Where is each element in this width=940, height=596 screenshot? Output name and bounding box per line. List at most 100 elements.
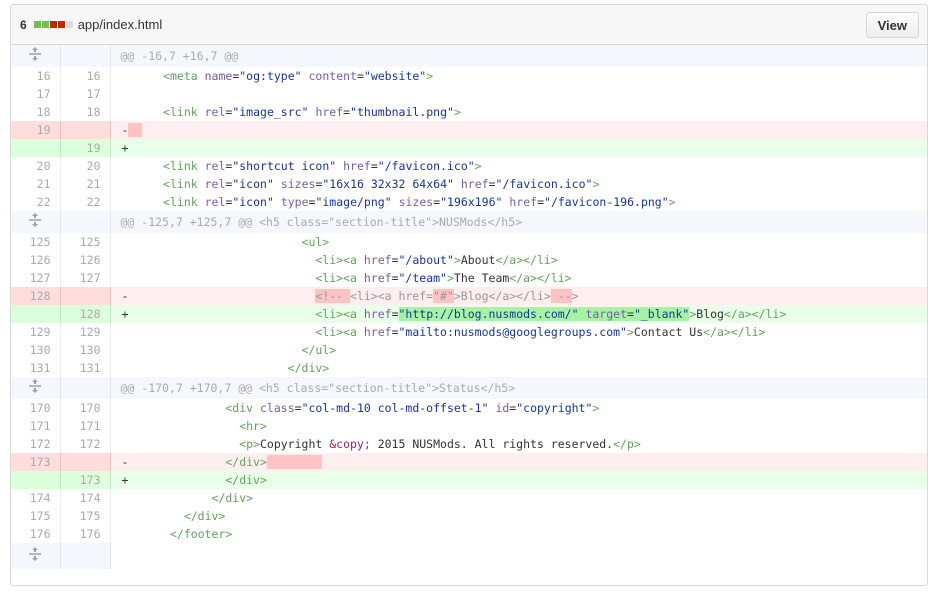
new-line-number[interactable]: 128 <box>60 305 111 323</box>
old-line-number[interactable]: 17 <box>11 85 61 103</box>
new-line-number[interactable]: 172 <box>60 435 111 453</box>
code-line: - <!-- <li><a href="#">Blog</a></li> --> <box>110 287 927 305</box>
new-line-number[interactable] <box>60 121 111 139</box>
old-line-number[interactable] <box>11 305 61 323</box>
old-line-number[interactable]: 127 <box>11 269 61 287</box>
code-line: </ul> <box>301 343 337 357</box>
diff-line: 21 21 <link rel="icon" sizes="16x16 32x32… <box>11 175 927 193</box>
hunk-header: @@ -125,7 +125,7 @@ <h5 class="section-t… <box>11 211 927 233</box>
code-line: <meta name="og:type" content="website"> <box>163 69 434 83</box>
new-line-number[interactable]: 173 <box>60 471 111 489</box>
new-line-number[interactable] <box>60 453 111 471</box>
new-line-number[interactable]: 174 <box>60 489 111 507</box>
expand-icon[interactable] <box>11 377 61 399</box>
expand-icon[interactable] <box>11 45 61 67</box>
new-line-number[interactable]: 18 <box>60 103 111 121</box>
hunk-header: @@ -170,7 +170,7 @@ <h5 class="section-t… <box>11 377 927 399</box>
diff-line: 127 127 <li><a href="/team">The Team</a><… <box>11 269 927 287</box>
expand-icon[interactable] <box>11 543 61 569</box>
deleted-line: 173 - </div> <box>11 453 927 471</box>
new-line-number[interactable]: 129 <box>60 323 111 341</box>
hunk-text: @@ -170,7 +170,7 @@ <h5 class="section-t… <box>110 377 927 399</box>
added-line: 19 + <box>11 139 927 157</box>
file-header: 6 app/index.html View <box>11 5 927 45</box>
code-line: <link rel="icon" type="image/png" sizes=… <box>163 195 676 209</box>
diff-line: 174 174 </div> <box>11 489 927 507</box>
code-line: <div class="col-md-10 col-md-offset-1" i… <box>225 401 600 415</box>
old-line-number[interactable]: 125 <box>11 233 61 251</box>
old-line-number[interactable]: 16 <box>11 67 61 85</box>
code-line: <p>Copyright &copy; 2015 NUSMods. All ri… <box>239 437 641 451</box>
old-line-number[interactable]: 129 <box>11 323 61 341</box>
old-line-number[interactable]: 20 <box>11 157 61 175</box>
code-line: + <li><a href="http://blog.nusmods.com/"… <box>110 305 927 323</box>
new-line-number[interactable]: 20 <box>60 157 111 175</box>
new-line-number[interactable]: 126 <box>60 251 111 269</box>
code-line: <ul> <box>301 235 330 249</box>
new-line-number[interactable]: 130 <box>60 341 111 359</box>
old-line-number[interactable]: 21 <box>11 175 61 193</box>
code-line: - </div> <box>110 453 927 471</box>
expand-icon[interactable] <box>11 211 61 233</box>
diff-line: 130 130 </ul> <box>11 341 927 359</box>
old-line-number[interactable]: 176 <box>11 525 61 543</box>
diff-line: 172 172 <p>Copyright &copy; 2015 NUSMods.… <box>11 435 927 453</box>
old-line-number[interactable] <box>11 471 61 489</box>
diff-line: 131 131 </div> <box>11 359 927 377</box>
new-line-number[interactable]: 170 <box>60 399 111 417</box>
old-line-number[interactable] <box>11 139 61 157</box>
new-line-number[interactable]: 176 <box>60 525 111 543</box>
hunk-text: @@ -125,7 +125,7 @@ <h5 class="section-t… <box>110 211 927 233</box>
diff-line: 129 129 <li><a href="mailto:nusmods@googl… <box>11 323 927 341</box>
file-name: app/index.html <box>77 17 163 32</box>
old-line-number[interactable]: 128 <box>11 287 61 305</box>
new-line-number[interactable]: 17 <box>60 85 111 103</box>
old-line-number[interactable]: 19 <box>11 121 61 139</box>
diff-line: 176 176 </footer> <box>11 525 927 543</box>
code-line: - <box>110 121 927 139</box>
old-line-number[interactable]: 170 <box>11 399 61 417</box>
diff-line: 16 16 <meta name="og:type" content="websi… <box>11 67 927 85</box>
old-line-number[interactable]: 131 <box>11 359 61 377</box>
code-line: <link rel="shortcut icon" href="/favicon… <box>163 159 482 173</box>
diff-line: 20 20 <link rel="shortcut icon" href="/fa… <box>11 157 927 175</box>
new-line-number[interactable]: 127 <box>60 269 111 287</box>
stat-block-added <box>33 21 41 28</box>
code-line: <li><a href="mailto:nusmods@googlegroups… <box>315 325 766 339</box>
old-line-number[interactable]: 126 <box>11 251 61 269</box>
code-line: <link rel="icon" sizes="16x16 32x32 64x6… <box>163 177 600 191</box>
diff-line: 17 17 <box>11 85 927 103</box>
new-line-number[interactable]: 131 <box>60 359 111 377</box>
expand-footer <box>11 543 927 569</box>
new-line-number[interactable]: 125 <box>60 233 111 251</box>
new-line-number[interactable]: 19 <box>60 139 111 157</box>
stat-block-deleted <box>57 21 65 28</box>
new-line-number[interactable]: 171 <box>60 417 111 435</box>
old-line-number[interactable]: 175 <box>11 507 61 525</box>
diff-stat-bar <box>33 21 74 28</box>
old-line-number[interactable]: 18 <box>11 103 61 121</box>
code-line: + </div> <box>110 471 927 489</box>
old-line-number[interactable]: 130 <box>11 341 61 359</box>
old-line-number[interactable]: 172 <box>11 435 61 453</box>
added-line: 128 + <li><a href="http://blog.nusmods.co… <box>11 305 927 323</box>
code-line: </div> <box>183 509 226 523</box>
new-line-number[interactable] <box>60 287 111 305</box>
stat-block-deleted <box>49 21 57 28</box>
deleted-line: 19 - <box>11 121 927 139</box>
new-line-number[interactable]: 22 <box>60 193 111 211</box>
diff-stat-count: 6 <box>20 17 27 32</box>
old-line-number[interactable]: 171 <box>11 417 61 435</box>
old-line-number[interactable]: 174 <box>11 489 61 507</box>
deleted-line: 128 - <!-- <li><a href="#">Blog</a></li> … <box>11 287 927 305</box>
new-line-number[interactable]: 16 <box>60 67 111 85</box>
old-line-number[interactable]: 22 <box>11 193 61 211</box>
new-line-number[interactable]: 175 <box>60 507 111 525</box>
diff-line: 170 170 <div class="col-md-10 col-md-offs… <box>11 399 927 417</box>
diff-table: @@ -16,7 +16,7 @@ 16 16 <meta name="og:ty… <box>11 45 927 569</box>
new-line-number[interactable]: 21 <box>60 175 111 193</box>
view-file-button[interactable]: View <box>865 12 919 38</box>
code-line: <li><a href="/team">The Team</a></li> <box>315 271 572 285</box>
old-line-number[interactable]: 173 <box>11 453 61 471</box>
diff-line: 126 126 <li><a href="/about">About</a></l… <box>11 251 927 269</box>
